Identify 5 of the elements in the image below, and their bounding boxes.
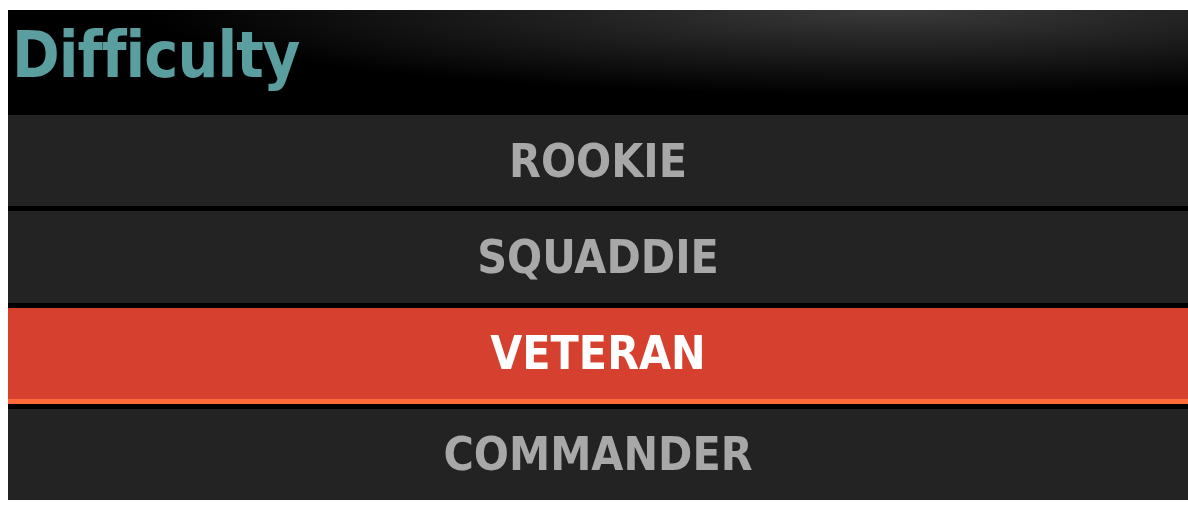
screen-title: Difficulty bbox=[12, 17, 300, 94]
difficulty-option[interactable]: ROOKIE bbox=[8, 115, 1188, 207]
difficulty-option[interactable]: COMMANDER bbox=[8, 408, 1188, 500]
difficulty-option[interactable]: VETERAN bbox=[8, 307, 1188, 404]
difficulty-option[interactable]: SQUADDIE bbox=[8, 211, 1188, 303]
